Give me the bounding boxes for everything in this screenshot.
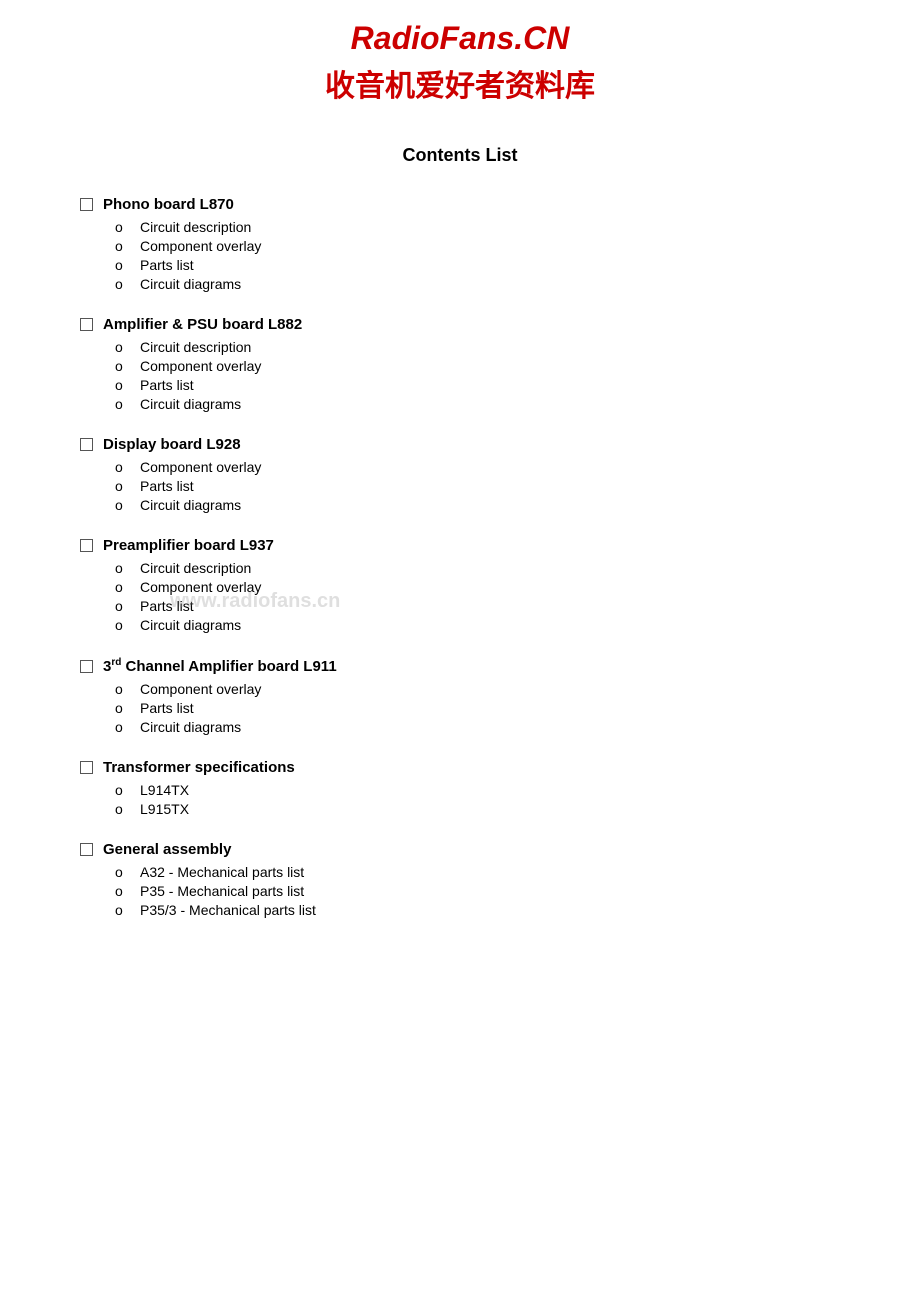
list-item: Component overlay (140, 681, 840, 697)
checkbox-icon-amplifier (80, 318, 93, 331)
list-item: L915TX (140, 801, 840, 817)
section-title-preamplifier: Preamplifier board L937 (103, 537, 274, 554)
sub-items-phono: Circuit description Component overlay Pa… (80, 219, 840, 292)
section-amplifier-psu: Amplifier & PSU board L882 Circuit descr… (80, 316, 840, 412)
list-item: P35 - Mechanical parts list (140, 883, 840, 899)
section-title-channel-amplifier: 3rd Channel Amplifier board L911 (103, 657, 337, 675)
sub-items-channel-amplifier: Component overlay Parts list Circuit dia… (80, 681, 840, 735)
section-title-general-assembly: General assembly (103, 841, 231, 858)
section-phono-board: Phono board L870 Circuit description Com… (80, 196, 840, 292)
list-item: Circuit diagrams (140, 617, 840, 633)
list-item: Parts list (140, 257, 840, 273)
list-item: Circuit description (140, 339, 840, 355)
list-item: Parts list (140, 700, 840, 716)
checkbox-icon-preamplifier (80, 539, 93, 552)
checkbox-icon-phono (80, 198, 93, 211)
section-title-display: Display board L928 (103, 436, 241, 453)
list-item: A32 - Mechanical parts list (140, 864, 840, 880)
section-title-amplifier: Amplifier & PSU board L882 (103, 316, 302, 333)
sub-items-general-assembly: A32 - Mechanical parts list P35 - Mechan… (80, 864, 840, 918)
section-preamplifier: Preamplifier board L937 Circuit descript… (80, 537, 840, 633)
list-item: L914TX (140, 782, 840, 798)
list-item: Parts list (140, 377, 840, 393)
section-transformer: Transformer specifications L914TX L915TX (80, 759, 840, 817)
sub-items-preamplifier: Circuit description Component overlay Pa… (80, 560, 840, 633)
list-item: Parts list (140, 478, 840, 494)
superscript-rd: rd (111, 657, 121, 668)
list-item: Circuit description (140, 560, 840, 576)
list-item: P35/3 - Mechanical parts list (140, 902, 840, 918)
list-item: Circuit description (140, 219, 840, 235)
list-item: Component overlay (140, 579, 840, 595)
checkbox-icon-channel-amplifier (80, 660, 93, 673)
section-general-assembly: General assembly A32 - Mechanical parts … (80, 841, 840, 918)
list-item: Component overlay (140, 459, 840, 475)
sub-items-display: Component overlay Parts list Circuit dia… (80, 459, 840, 513)
sub-items-transformer: L914TX L915TX (80, 782, 840, 817)
checkbox-icon-transformer (80, 761, 93, 774)
list-item: Component overlay (140, 358, 840, 374)
list-item: Circuit diagrams (140, 719, 840, 735)
section-title-phono: Phono board L870 (103, 196, 234, 213)
list-item: Circuit diagrams (140, 497, 840, 513)
section-channel-amplifier: 3rd Channel Amplifier board L911 Compone… (80, 657, 840, 735)
list-item: Parts list www.radiofans.cn (140, 598, 840, 614)
checkbox-icon-general-assembly (80, 843, 93, 856)
list-item: Circuit diagrams (140, 396, 840, 412)
section-title-transformer: Transformer specifications (103, 759, 295, 776)
header-title-english: RadioFans.CN (80, 20, 840, 57)
checkbox-icon-display (80, 438, 93, 451)
list-item: Circuit diagrams (140, 276, 840, 292)
list-item: Component overlay (140, 238, 840, 254)
section-display-board: Display board L928 Component overlay Par… (80, 436, 840, 513)
sub-items-amplifier: Circuit description Component overlay Pa… (80, 339, 840, 412)
header-title-chinese: 收音机爱好者资料库 (80, 61, 840, 105)
sections-container: Phono board L870 Circuit description Com… (80, 196, 840, 918)
page-header: RadioFans.CN 收音机爱好者资料库 (80, 20, 840, 115)
contents-title: Contents List (80, 145, 840, 166)
